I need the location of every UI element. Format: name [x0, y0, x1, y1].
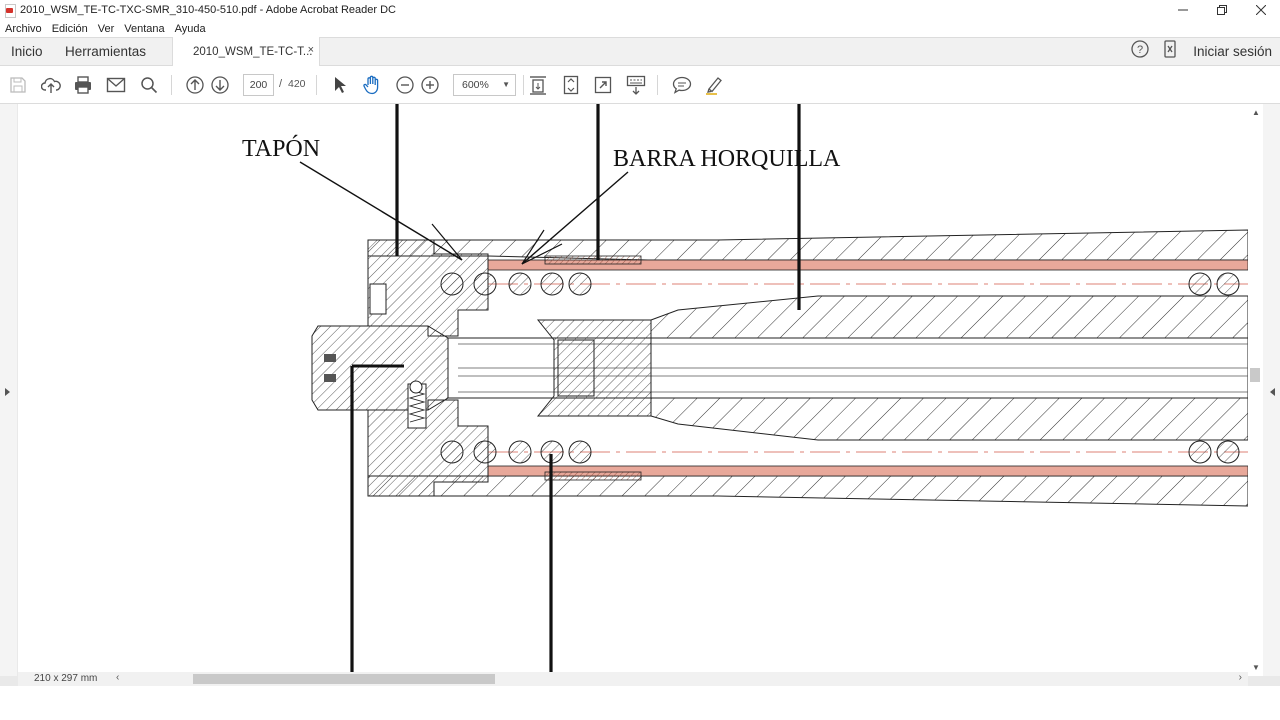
chevron-left-icon: [1270, 388, 1275, 396]
page-size-label: 210 x 297 mm: [34, 673, 98, 684]
tab-herramientas[interactable]: Herramientas: [65, 38, 146, 65]
menu-ayuda[interactable]: Ayuda: [170, 23, 211, 35]
rotate-button[interactable]: [559, 73, 583, 97]
arrow-up-circle-icon: [186, 76, 204, 94]
page-separator: /: [279, 78, 283, 90]
fit-page-icon: [563, 75, 579, 95]
title-bar: 2010_WSM_TE-TC-TXC-SMR_310-450-510.pdf -…: [0, 0, 1280, 20]
window-controls: [1163, 0, 1280, 20]
svg-text:?: ?: [1137, 44, 1143, 56]
drawing-label-tapon: TAPÓN: [242, 136, 321, 162]
toolbar-separator: [657, 75, 658, 95]
scroll-left-icon[interactable]: ‹: [116, 672, 119, 683]
menu-ventana[interactable]: Ventana: [119, 23, 169, 35]
save-button[interactable]: [6, 73, 30, 97]
menu-archivo[interactable]: Archivo: [0, 23, 47, 35]
full-screen-button[interactable]: [591, 73, 615, 97]
zoom-in-icon: [421, 76, 439, 94]
scroll-right-icon[interactable]: ›: [1239, 672, 1242, 683]
scroll-mode-button[interactable]: [526, 73, 550, 97]
horizontal-scroll-thumb[interactable]: [193, 674, 495, 684]
toolbar-separator: [316, 75, 317, 95]
mobile-link-icon: [1164, 40, 1176, 58]
page-total: 420: [288, 78, 306, 90]
drawing-label-barra-horquilla: BARRA HORQUILLA: [613, 146, 841, 172]
cloud-upload-icon: [41, 77, 61, 93]
page-number-input[interactable]: 200: [243, 74, 274, 96]
status-bar: 210 x 297 mm ‹ ›: [18, 672, 1248, 686]
search-icon: [141, 77, 158, 94]
restore-icon: [1216, 5, 1227, 15]
right-panel-toggle[interactable]: [1263, 104, 1280, 676]
search-button[interactable]: [137, 73, 161, 97]
previous-page-button[interactable]: [183, 73, 207, 97]
tabs-bar: Inicio Herramientas 2010_WSM_TE-TC-T... …: [0, 37, 1280, 66]
sign-in-button[interactable]: Iniciar sesión: [1193, 44, 1272, 59]
zoom-out-button[interactable]: [393, 73, 417, 97]
zoom-level-select[interactable]: 600% ▼: [453, 74, 516, 96]
minimize-icon: [1177, 9, 1188, 11]
vertical-scrollbar[interactable]: ▲ ▼: [1248, 104, 1263, 676]
comment-button[interactable]: [670, 73, 694, 97]
menu-ver[interactable]: Ver: [93, 23, 120, 35]
print-button[interactable]: [71, 73, 95, 97]
minimize-button[interactable]: [1163, 0, 1202, 20]
close-icon: [1255, 5, 1266, 15]
arrow-down-circle-icon: [211, 76, 229, 94]
tab-inicio[interactable]: Inicio: [11, 38, 43, 65]
hand-tool-button[interactable]: [360, 73, 384, 97]
zoom-in-button[interactable]: [418, 73, 442, 97]
main-toolbar: 200 / 420 600% ▼: [0, 66, 1280, 104]
print-icon: [75, 76, 91, 94]
select-tool-button[interactable]: [328, 73, 352, 97]
close-button[interactable]: [1241, 0, 1280, 20]
window-title: 2010_WSM_TE-TC-TXC-SMR_310-450-510.pdf -…: [20, 4, 397, 16]
highlighter-pen-icon: [706, 77, 722, 95]
acrobat-app-icon: [4, 4, 16, 18]
left-panel-toggle[interactable]: [0, 104, 17, 676]
email-button[interactable]: [104, 73, 128, 97]
hand-icon: [363, 75, 379, 95]
save-icon: [10, 77, 26, 93]
help-icon: ?: [1131, 40, 1149, 58]
scroll-mode-icon: [530, 76, 546, 95]
chevron-down-icon: ▼: [502, 80, 510, 89]
chevron-right-icon: [5, 388, 10, 396]
tab-document[interactable]: 2010_WSM_TE-TC-T... ×: [172, 37, 320, 66]
menu-edicion[interactable]: Edición: [47, 23, 93, 35]
cursor-arrow-icon: [335, 77, 346, 93]
toolbar-separator: [171, 75, 172, 95]
zoom-out-icon: [396, 76, 414, 94]
read-mode-button[interactable]: [624, 73, 648, 97]
menu-bar: Archivo Edición Ver Ventana Ayuda: [0, 20, 1280, 37]
scroll-up-icon[interactable]: ▲: [1252, 108, 1260, 117]
envelope-icon: [106, 77, 126, 93]
upload-button[interactable]: [39, 73, 63, 97]
restore-button[interactable]: [1202, 0, 1241, 20]
header-right-tools: ? Iniciar sesión: [1131, 38, 1280, 65]
toolbar-separator: [523, 75, 524, 95]
next-page-button[interactable]: [208, 73, 232, 97]
tab-document-label: 2010_WSM_TE-TC-T...: [193, 45, 313, 58]
tab-close-button[interactable]: ×: [308, 44, 314, 56]
comment-icon: [672, 76, 692, 94]
help-button[interactable]: ?: [1131, 40, 1149, 63]
vertical-scroll-thumb[interactable]: [1250, 368, 1260, 382]
highlight-button[interactable]: [703, 73, 727, 97]
keyboard-down-icon: [626, 75, 646, 95]
scroll-down-icon[interactable]: ▼: [1252, 663, 1260, 672]
mobile-link-button[interactable]: [1163, 40, 1177, 63]
full-screen-icon: [594, 76, 612, 94]
document-viewport[interactable]: TAPÓN BARRA HORQUILLA ▲ ▼ 210 x 297 mm ‹…: [0, 104, 1280, 686]
pdf-page: TAPÓN BARRA HORQUILLA: [18, 104, 1248, 672]
technical-drawing: [299, 104, 1248, 672]
zoom-level-value: 600%: [462, 79, 489, 91]
